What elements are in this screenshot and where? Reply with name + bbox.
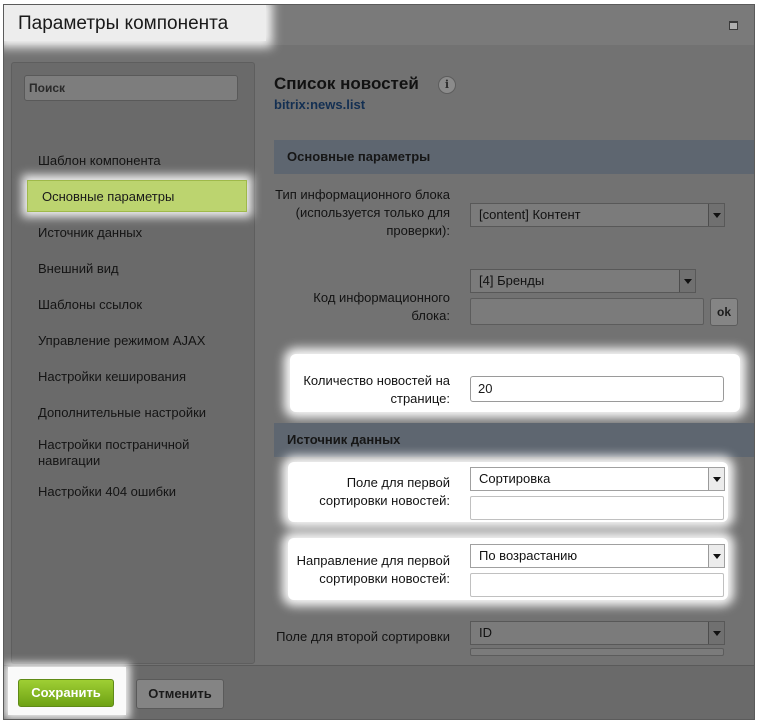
sort-order1-custom-input[interactable] (470, 573, 724, 597)
iblock-code-label: Код информационного блока: (313, 290, 450, 323)
sort-field1-label: Поле для первой сортировки новостей: (319, 475, 450, 508)
section-datasource: Источник данных (274, 423, 754, 457)
info-icon[interactable]: i (438, 76, 456, 94)
sort-order1-value: По возрастанию (479, 548, 578, 563)
settings-panel: Список новостей i bitrix:news.list Основ… (262, 62, 754, 662)
sidebar-item-cache[interactable]: Настройки кеширования (38, 369, 186, 385)
sort-field2-value: ID (479, 625, 492, 640)
sort-field2-custom-input[interactable] (470, 648, 724, 656)
sort-order1-select[interactable]: По возрастанию (470, 544, 725, 568)
sort-field2-select[interactable]: ID (470, 621, 725, 645)
sort-field1-select[interactable]: Сортировка (470, 467, 725, 491)
sort-order1-label: Направление для первой сортировки новост… (296, 553, 450, 586)
ok-button[interactable]: ok (710, 298, 738, 326)
sidebar-item-ajax[interactable]: Управление режимом AJAX (38, 333, 205, 349)
component-parameters-dialog: Параметры компонента Поиск Шаблон компон… (3, 4, 755, 720)
section-basic-params: Основные параметры (274, 140, 754, 174)
sidebar-item-basic-params[interactable]: Основные параметры (27, 180, 247, 212)
search-input[interactable]: Поиск (24, 75, 238, 101)
component-title: Список новостей (274, 74, 419, 93)
iblock-type-select[interactable]: [content] Контент (470, 203, 725, 227)
restore-window-icon[interactable] (729, 21, 738, 30)
sort-field1-custom-input[interactable] (470, 496, 724, 520)
cancel-button[interactable]: Отменить (136, 679, 224, 709)
sort-field2-label: Поле для второй сортировки (276, 629, 450, 644)
sidebar: Поиск Шаблон компонента Основные парамет… (11, 62, 255, 664)
chevron-down-icon[interactable] (708, 622, 724, 644)
chevron-down-icon[interactable] (708, 204, 724, 226)
sidebar-item-additional[interactable]: Дополнительные настройки (38, 405, 206, 421)
chevron-down-icon[interactable] (679, 270, 695, 292)
iblock-code-input[interactable] (470, 298, 704, 325)
iblock-type-label: Тип информационного блока (используется … (275, 187, 450, 238)
sidebar-item-appearance[interactable]: Внешний вид (38, 261, 119, 277)
chevron-down-icon[interactable] (708, 545, 724, 567)
sidebar-item-pagination[interactable]: Настройки постраничной навигации (38, 437, 208, 469)
news-count-label: Количество новостей на странице: (303, 373, 450, 406)
iblock-code-select[interactable]: [4] Бренды (470, 269, 696, 293)
sidebar-item-404[interactable]: Настройки 404 ошибки (38, 484, 176, 500)
news-count-input[interactable]: 20 (470, 376, 724, 402)
chevron-down-icon[interactable] (708, 468, 724, 490)
component-code: bitrix:news.list (274, 97, 366, 112)
save-button[interactable]: Сохранить (18, 679, 114, 707)
sidebar-item-template[interactable]: Шаблон компонента (38, 153, 161, 169)
sidebar-item-datasource[interactable]: Источник данных (38, 225, 142, 241)
dialog-title: Параметры компонента (18, 13, 229, 34)
iblock-code-value: [4] Бренды (479, 273, 545, 288)
sidebar-item-link-templates[interactable]: Шаблоны ссылок (38, 297, 142, 313)
sort-field1-value: Сортировка (479, 471, 551, 486)
iblock-type-value: [content] Контент (479, 207, 581, 222)
